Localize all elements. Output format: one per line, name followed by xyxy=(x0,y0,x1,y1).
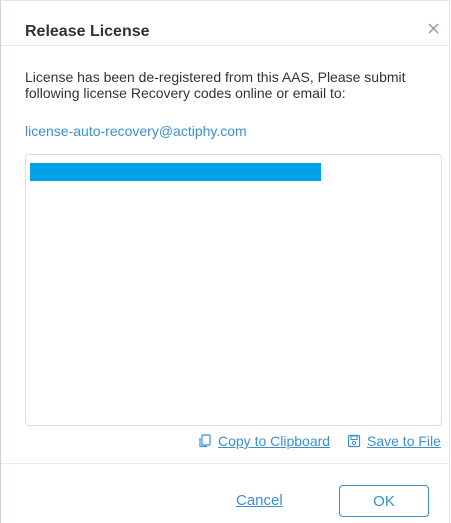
dialog-header: Release License xyxy=(1,1,449,46)
footer-divider xyxy=(1,463,449,464)
recovery-codes-selection xyxy=(30,163,321,181)
close-icon xyxy=(428,23,439,34)
save-to-file-label: Save to File xyxy=(367,433,441,449)
release-license-dialog: Release License License has been de-regi… xyxy=(0,0,450,523)
save-icon xyxy=(347,434,361,448)
copy-to-clipboard-label: Copy to Clipboard xyxy=(218,433,331,449)
recovery-codes-textarea[interactable] xyxy=(25,154,442,426)
copy-icon xyxy=(199,434,211,448)
release-message: License has been de-registered from this… xyxy=(25,69,406,101)
close-button[interactable] xyxy=(425,20,443,38)
copy-to-clipboard-button[interactable]: Copy to Clipboard xyxy=(198,433,330,449)
cancel-button[interactable]: Cancel xyxy=(236,492,283,509)
dialog-title: Release License xyxy=(25,23,150,40)
ok-button-label: OK xyxy=(373,492,395,510)
ok-button[interactable]: OK xyxy=(339,485,429,517)
save-to-file-button[interactable]: Save to File xyxy=(347,433,441,449)
recovery-email-link[interactable]: license-auto-recovery@actiphy.com xyxy=(25,123,247,139)
